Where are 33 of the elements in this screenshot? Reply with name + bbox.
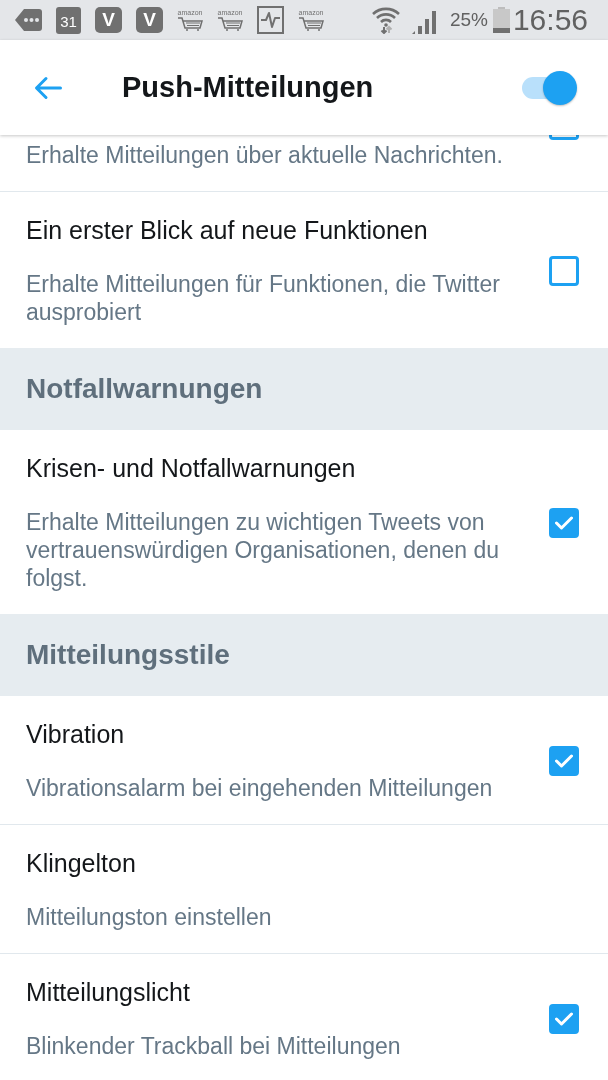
battery-icon <box>492 7 510 33</box>
checkbox[interactable] <box>549 508 579 538</box>
setting-title[interactable]: Klingelton <box>26 849 579 877</box>
checkbox[interactable] <box>549 256 579 286</box>
page-title: Push-Mitteilungen <box>122 71 374 104</box>
setting-description: Erhalte Mitteilungen über aktuelle Nachrichten. <box>26 141 504 169</box>
checkbox[interactable] <box>549 135 579 140</box>
letter-tile-icon: V <box>95 7 122 33</box>
battery-percentage: 25% <box>449 9 488 31</box>
letter-tile-icon: V <box>136 7 163 33</box>
setting-description: Erhalte Mitteilungen für Funktionen, die Twitter ausprobiert <box>26 270 501 326</box>
clock-time: 16:56 <box>512 3 588 37</box>
section-header: Mitteilungsstile <box>0 614 608 696</box>
checkmark-icon <box>555 1012 573 1026</box>
setting-title[interactable]: Mitteilungslicht <box>26 978 541 1006</box>
calendar-icon: 31 <box>56 6 81 34</box>
setting-description: Erhalte Mitteilungen zu wichtigen Tweets von vertrauenswürdigen Organisationen, denen du folgst. <box>26 508 501 592</box>
setting-title[interactable]: Krisen- und Notfallwarnungen <box>26 454 541 482</box>
pulse-icon <box>257 6 284 34</box>
checkbox[interactable] <box>549 1004 579 1034</box>
master-toggle[interactable] <box>522 70 578 105</box>
checkbox[interactable] <box>549 746 579 776</box>
section-header: Notfallwarnungen <box>0 348 608 430</box>
setting-description: Vibrationsalarm bei eingehenden Mitteilungen <box>26 774 494 802</box>
setting-description: Mitteilungston einstellen <box>26 903 273 931</box>
checkmark-icon <box>555 754 573 768</box>
tag-icon <box>15 9 42 31</box>
setting-title[interactable]: Vibration <box>26 720 541 748</box>
checkmark-icon <box>555 516 573 530</box>
setting-description: Blinkender Trackball bei Mitteilungen <box>26 1032 402 1060</box>
wifi-icon <box>371 6 400 34</box>
back-arrow-icon <box>34 75 62 100</box>
setting-title[interactable]: Ein erster Blick auf neue Funktionen <box>26 216 541 244</box>
